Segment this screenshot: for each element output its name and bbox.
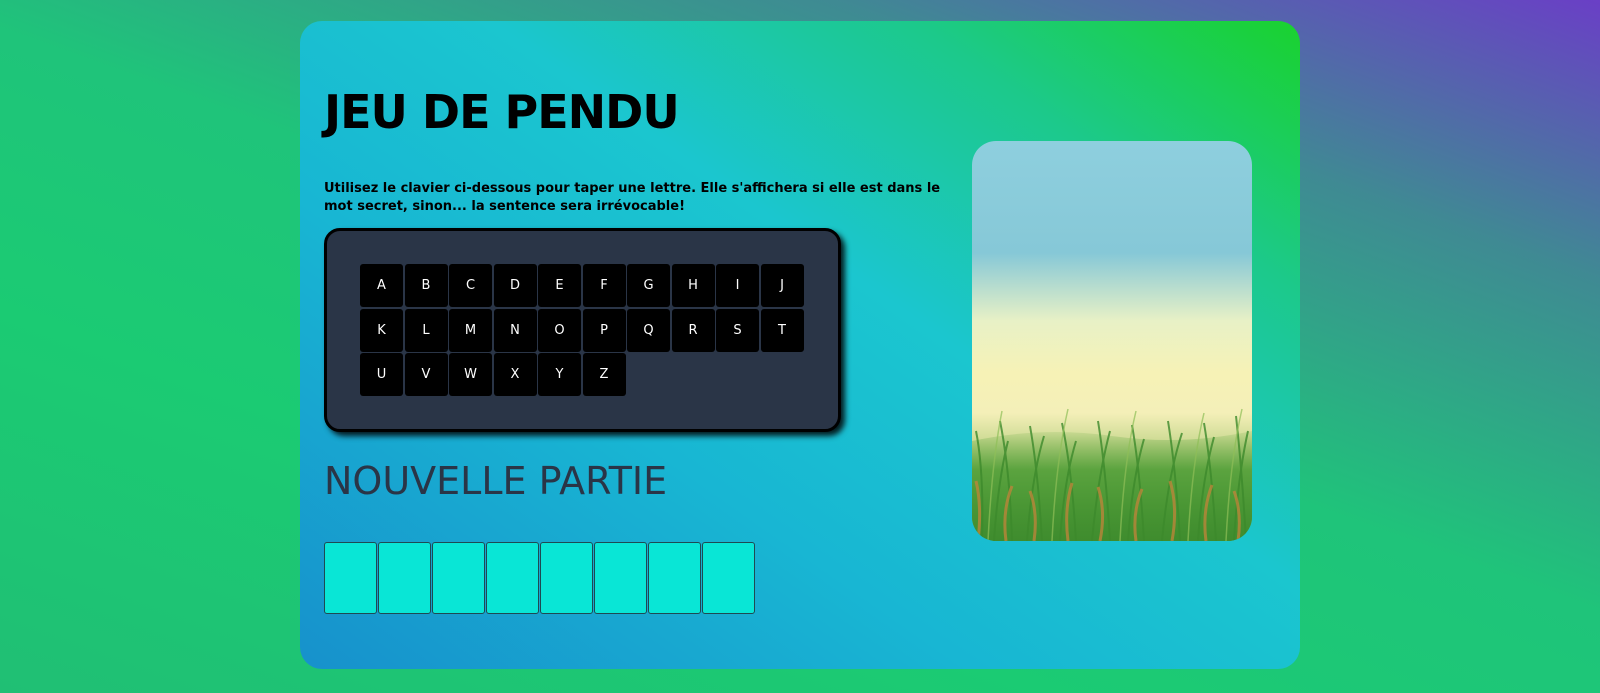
key-l[interactable]: L <box>404 308 448 352</box>
letter-slot <box>702 542 755 614</box>
key-r[interactable]: R <box>671 308 715 352</box>
key-s[interactable]: S <box>716 308 759 352</box>
key-i[interactable]: I <box>716 264 759 307</box>
key-e[interactable]: E <box>538 264 581 307</box>
key-a[interactable]: A <box>360 264 403 307</box>
key-j[interactable]: J <box>760 264 804 307</box>
key-t[interactable]: T <box>760 308 804 352</box>
key-o[interactable]: O <box>538 308 581 352</box>
new-game-button[interactable]: NOUVELLE PARTIE <box>324 459 667 503</box>
letter-slot <box>648 542 701 614</box>
key-c[interactable]: C <box>449 264 492 307</box>
key-q[interactable]: Q <box>627 308 670 352</box>
instructions-text: Utilisez le clavier ci-dessous pour tape… <box>324 181 941 214</box>
virtual-keyboard: ABCDEFGHIJ KLMNOPQRST UVWXYZ <box>324 228 841 432</box>
hangman-scene-image <box>972 141 1252 541</box>
page-title: JEU DE PENDU <box>324 85 680 139</box>
letter-slot <box>540 542 593 614</box>
key-k[interactable]: K <box>360 308 403 352</box>
letter-slot <box>594 542 647 614</box>
key-n[interactable]: N <box>493 308 537 352</box>
word-slots <box>324 542 755 614</box>
key-w[interactable]: W <box>449 353 492 396</box>
keyboard-keys: ABCDEFGHIJ KLMNOPQRST UVWXYZ <box>360 264 810 396</box>
key-d[interactable]: D <box>493 264 537 307</box>
key-b[interactable]: B <box>404 264 448 307</box>
key-y[interactable]: Y <box>538 353 581 396</box>
key-x[interactable]: X <box>493 353 537 396</box>
key-p[interactable]: P <box>582 308 626 352</box>
key-u[interactable]: U <box>360 353 403 396</box>
key-g[interactable]: G <box>627 264 670 307</box>
key-m[interactable]: M <box>449 308 492 352</box>
key-v[interactable]: V <box>404 353 448 396</box>
letter-slot <box>486 542 539 614</box>
letter-slot <box>324 542 377 614</box>
key-h[interactable]: H <box>671 264 715 307</box>
letter-slot <box>378 542 431 614</box>
game-card: JEU DE PENDU Utilisez le clavier ci-dess… <box>300 21 1300 669</box>
letter-slot <box>432 542 485 614</box>
key-z[interactable]: Z <box>582 353 626 396</box>
grass-illustration <box>972 408 1252 541</box>
key-f[interactable]: F <box>582 264 626 307</box>
